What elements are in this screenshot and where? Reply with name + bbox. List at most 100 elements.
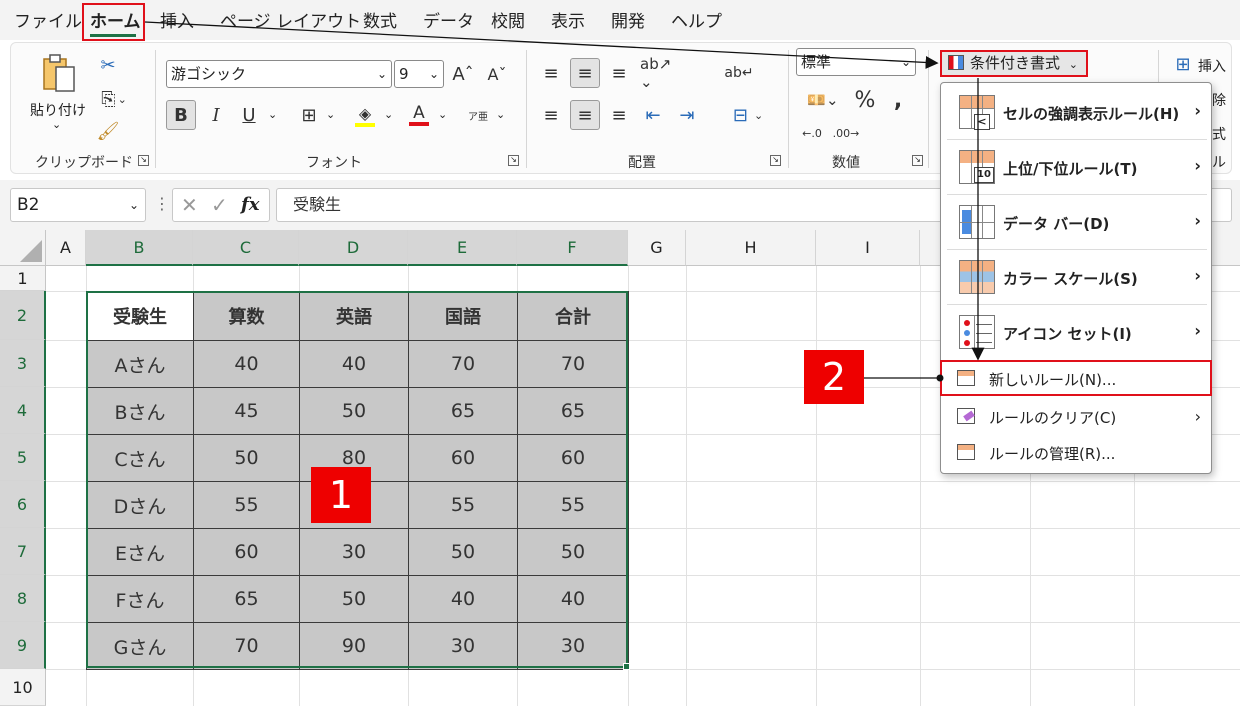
font-size-combo[interactable]: 9 ⌄	[394, 60, 444, 88]
italic-button[interactable]: I	[204, 100, 228, 130]
cell-e2[interactable]: 国語	[408, 291, 518, 341]
menu-item-manage-rules[interactable]: ルールの管理(R)...	[941, 435, 1211, 471]
cell-c2[interactable]: 算数	[193, 291, 300, 341]
cut-button[interactable]: ✂	[94, 52, 122, 78]
borders-button[interactable]: ⊞	[296, 100, 322, 130]
table-cell[interactable]: 50	[193, 434, 300, 482]
chevron-down-icon[interactable]: ⌄	[384, 108, 393, 121]
cancel-icon[interactable]: ✕	[181, 193, 198, 217]
column-header-a[interactable]: A	[46, 230, 86, 266]
fill-color-button[interactable]: ◈	[352, 100, 378, 130]
table-cell[interactable]: 55	[408, 481, 518, 529]
row-header-1[interactable]: 1	[0, 266, 46, 291]
table-cell[interactable]: 45	[193, 387, 300, 435]
insert-function-button[interactable]: fx	[241, 194, 259, 215]
merge-center-button[interactable]: ⊟ ⌄	[722, 100, 774, 130]
align-middle-button[interactable]: ≡	[570, 58, 600, 88]
column-header-g[interactable]: G	[628, 230, 686, 266]
table-cell[interactable]: 40	[517, 575, 629, 623]
column-header-i[interactable]: I	[816, 230, 920, 266]
paste-button[interactable]	[38, 52, 80, 96]
table-cell[interactable]: Dさん	[86, 481, 194, 529]
table-cell[interactable]: Aさん	[86, 340, 194, 388]
table-cell[interactable]: 40	[299, 340, 409, 388]
column-header-b[interactable]: B	[86, 230, 193, 266]
font-color-button[interactable]: A	[406, 100, 432, 130]
table-cell[interactable]: 55	[517, 481, 629, 529]
row-header-6[interactable]: 6	[0, 481, 46, 528]
row-header-7[interactable]: 7	[0, 528, 46, 575]
cell-f2[interactable]: 合計	[517, 291, 629, 341]
align-left-button[interactable]: ≡	[538, 100, 564, 130]
align-bottom-button[interactable]: ≡	[606, 58, 632, 88]
table-cell[interactable]: 60	[193, 528, 300, 576]
tab-page-layout[interactable]: ページ レイアウト	[220, 8, 361, 36]
table-cell[interactable]: 50	[517, 528, 629, 576]
table-cell[interactable]: 65	[193, 575, 300, 623]
menu-item-top-bottom-rules[interactable]: 10 上位/下位ルール(T) ›	[941, 140, 1211, 196]
conditional-formatting-button[interactable]: 条件付き書式 ⌄	[940, 50, 1088, 77]
decrease-indent-button[interactable]: ⇤	[640, 100, 666, 130]
copy-button[interactable]: ⎘ ⌄	[94, 86, 134, 112]
tab-developer[interactable]: 開発	[611, 8, 645, 36]
comma-button[interactable]: ,	[888, 86, 908, 114]
underline-button[interactable]: U	[236, 100, 262, 130]
tab-help[interactable]: ヘルプ	[671, 8, 722, 36]
menu-item-data-bars[interactable]: データ バー(D) ›	[941, 195, 1211, 251]
table-cell[interactable]: 50	[299, 575, 409, 623]
table-cell[interactable]: 30	[408, 622, 518, 670]
menu-item-new-rule[interactable]: 新しいルール(N)...	[941, 361, 1211, 397]
table-cell[interactable]: 30	[299, 528, 409, 576]
alignment-launcher-icon[interactable]: ↘	[770, 155, 781, 166]
tab-view[interactable]: 表示	[551, 8, 585, 36]
chevron-down-icon[interactable]: ⌄	[438, 108, 447, 121]
decrease-decimal-button[interactable]: .00→	[832, 120, 860, 146]
table-cell[interactable]: 50	[299, 387, 409, 435]
increase-font-button[interactable]: Aˆ	[450, 60, 476, 88]
row-header-8[interactable]: 8	[0, 575, 46, 622]
column-header-c[interactable]: C	[193, 230, 299, 266]
percent-button[interactable]: %	[852, 86, 878, 114]
chevron-down-icon[interactable]: ⌄	[268, 108, 277, 121]
table-cell[interactable]: 70	[408, 340, 518, 388]
row-header-5[interactable]: 5	[0, 434, 46, 481]
row-header-3[interactable]: 3	[0, 340, 46, 387]
align-top-button[interactable]: ≡	[538, 58, 564, 88]
table-cell[interactable]: 90	[299, 622, 409, 670]
table-cell[interactable]: 30	[517, 622, 629, 670]
accounting-format-button[interactable]: 💴⌄	[800, 86, 846, 114]
row-header-9[interactable]: 9	[0, 622, 46, 669]
decrease-font-button[interactable]: Aˇ	[484, 60, 510, 88]
menu-item-highlight-cells-rules[interactable]: < セルの強調表示ルール(H) ›	[941, 85, 1211, 141]
clipboard-launcher-icon[interactable]: ↘	[138, 155, 149, 166]
row-header-4[interactable]: 4	[0, 387, 46, 434]
table-cell[interactable]: 40	[408, 575, 518, 623]
table-cell[interactable]: 60	[408, 434, 518, 482]
row-header-2[interactable]: 2	[0, 291, 46, 340]
table-cell[interactable]: 55	[193, 481, 300, 529]
increase-indent-button[interactable]: ⇥	[674, 100, 700, 130]
table-cell[interactable]: 70	[517, 340, 629, 388]
column-header-f[interactable]: F	[517, 230, 628, 266]
chevron-down-icon[interactable]: ⌄	[496, 108, 505, 121]
increase-decimal-button[interactable]: ←.0	[800, 120, 824, 146]
format-painter-button[interactable]: 🖌	[94, 118, 122, 144]
column-header-h[interactable]: H	[686, 230, 816, 266]
table-cell[interactable]: 50	[408, 528, 518, 576]
table-cell[interactable]: 70	[193, 622, 300, 670]
wrap-text-button[interactable]: ab↵	[724, 58, 754, 88]
cell-b2[interactable]: 受験生	[86, 291, 194, 341]
insert-cells-icon[interactable]: ⊞	[1172, 52, 1194, 76]
more-options-icon[interactable]: ⋮	[154, 194, 170, 213]
tab-insert[interactable]: 挿入	[160, 8, 194, 36]
font-name-combo[interactable]: 游ゴシック ⌄	[166, 60, 392, 88]
table-cell[interactable]: 60	[517, 434, 629, 482]
phonetic-button[interactable]: ア亜	[464, 100, 492, 130]
tab-file[interactable]: ファイル	[14, 8, 82, 36]
table-cell[interactable]: Fさん	[86, 575, 194, 623]
align-center-button[interactable]: ≡	[570, 100, 600, 130]
tab-review[interactable]: 校閲	[491, 8, 525, 36]
font-launcher-icon[interactable]: ↘	[508, 155, 519, 166]
insert-cells-label[interactable]: 挿入	[1198, 56, 1226, 76]
table-cell[interactable]: Eさん	[86, 528, 194, 576]
